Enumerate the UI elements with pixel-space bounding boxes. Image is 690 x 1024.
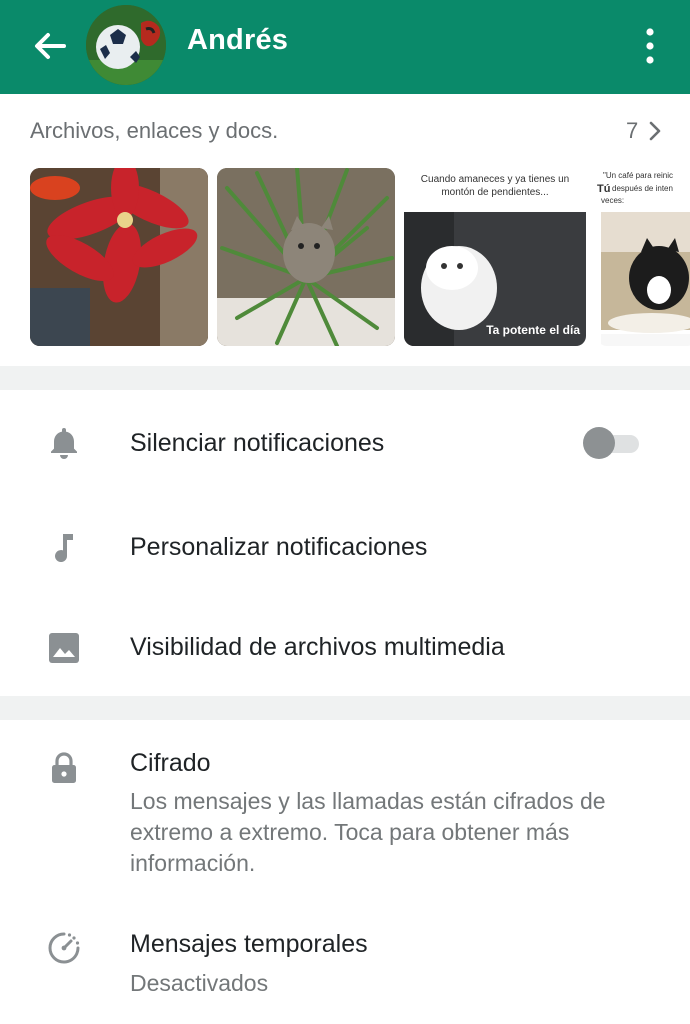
settings-row-encryption[interactable]: Cifrado Los mensajes y las llamadas está… [0, 720, 690, 890]
settings-label: Cifrado [130, 749, 211, 777]
timer-icon [48, 932, 80, 964]
media-thumbnail-meme-cat[interactable]: Cuando amaneces y ya tienes un montón de… [404, 168, 586, 346]
svg-text:montón de pendientes...: montón de pendientes... [441, 187, 548, 198]
image-icon [49, 633, 79, 663]
settings-label: Personalizar notificaciones [130, 533, 428, 561]
media-thumbnail-poinsettia[interactable] [30, 168, 208, 346]
contact-name[interactable]: Andrés [187, 24, 288, 57]
more-vertical-icon[interactable] [632, 24, 668, 68]
settings-row-custom-notifications[interactable]: Personalizar notificaciones [0, 496, 690, 596]
settings-label: Mensajes temporales [130, 930, 368, 958]
media-title[interactable]: Archivos, enlaces y docs. [30, 118, 278, 144]
settings-row-media-visibility[interactable]: Visibilidad de archivos multimedia [0, 596, 690, 696]
settings-label: Visibilidad de archivos multimedia [130, 633, 505, 661]
media-thumbnail-meme-coffee[interactable]: "Un café para reinic Tú después de inten… [597, 168, 690, 346]
toggle-knob [583, 427, 615, 459]
arrow-left-icon[interactable] [28, 24, 72, 68]
bell-icon [51, 428, 77, 459]
avatar[interactable] [86, 5, 166, 85]
svg-text:veces:: veces: [601, 196, 624, 205]
chevron-right-icon[interactable] [646, 118, 664, 144]
media-count[interactable]: 7 [626, 118, 638, 144]
media-thumbnail-cat-plant[interactable] [217, 168, 395, 346]
svg-text:"Un café para reinic: "Un café para reinic [603, 171, 673, 180]
disappearing-messages-status: Desactivados [130, 970, 269, 996]
settings-row-disappearing-messages[interactable]: Mensajes temporales Desactivados [0, 900, 690, 1024]
music-note-icon [55, 534, 73, 563]
lock-icon [52, 752, 76, 783]
settings-label: Silenciar notificaciones [130, 429, 385, 457]
app-bar: Andrés [0, 0, 690, 94]
mute-toggle[interactable] [583, 427, 641, 459]
section-divider [0, 366, 690, 390]
svg-text:Tú: Tú [597, 183, 610, 195]
svg-text:Ta potente el día: Ta potente el día [486, 323, 580, 337]
svg-text:Cuando amaneces y ya tienes un: Cuando amaneces y ya tienes un [421, 174, 569, 185]
svg-text:después de inten: después de inten [612, 184, 673, 193]
section-divider [0, 696, 690, 720]
encryption-description: Los mensajes y las llamadas están cifrad… [130, 788, 606, 876]
